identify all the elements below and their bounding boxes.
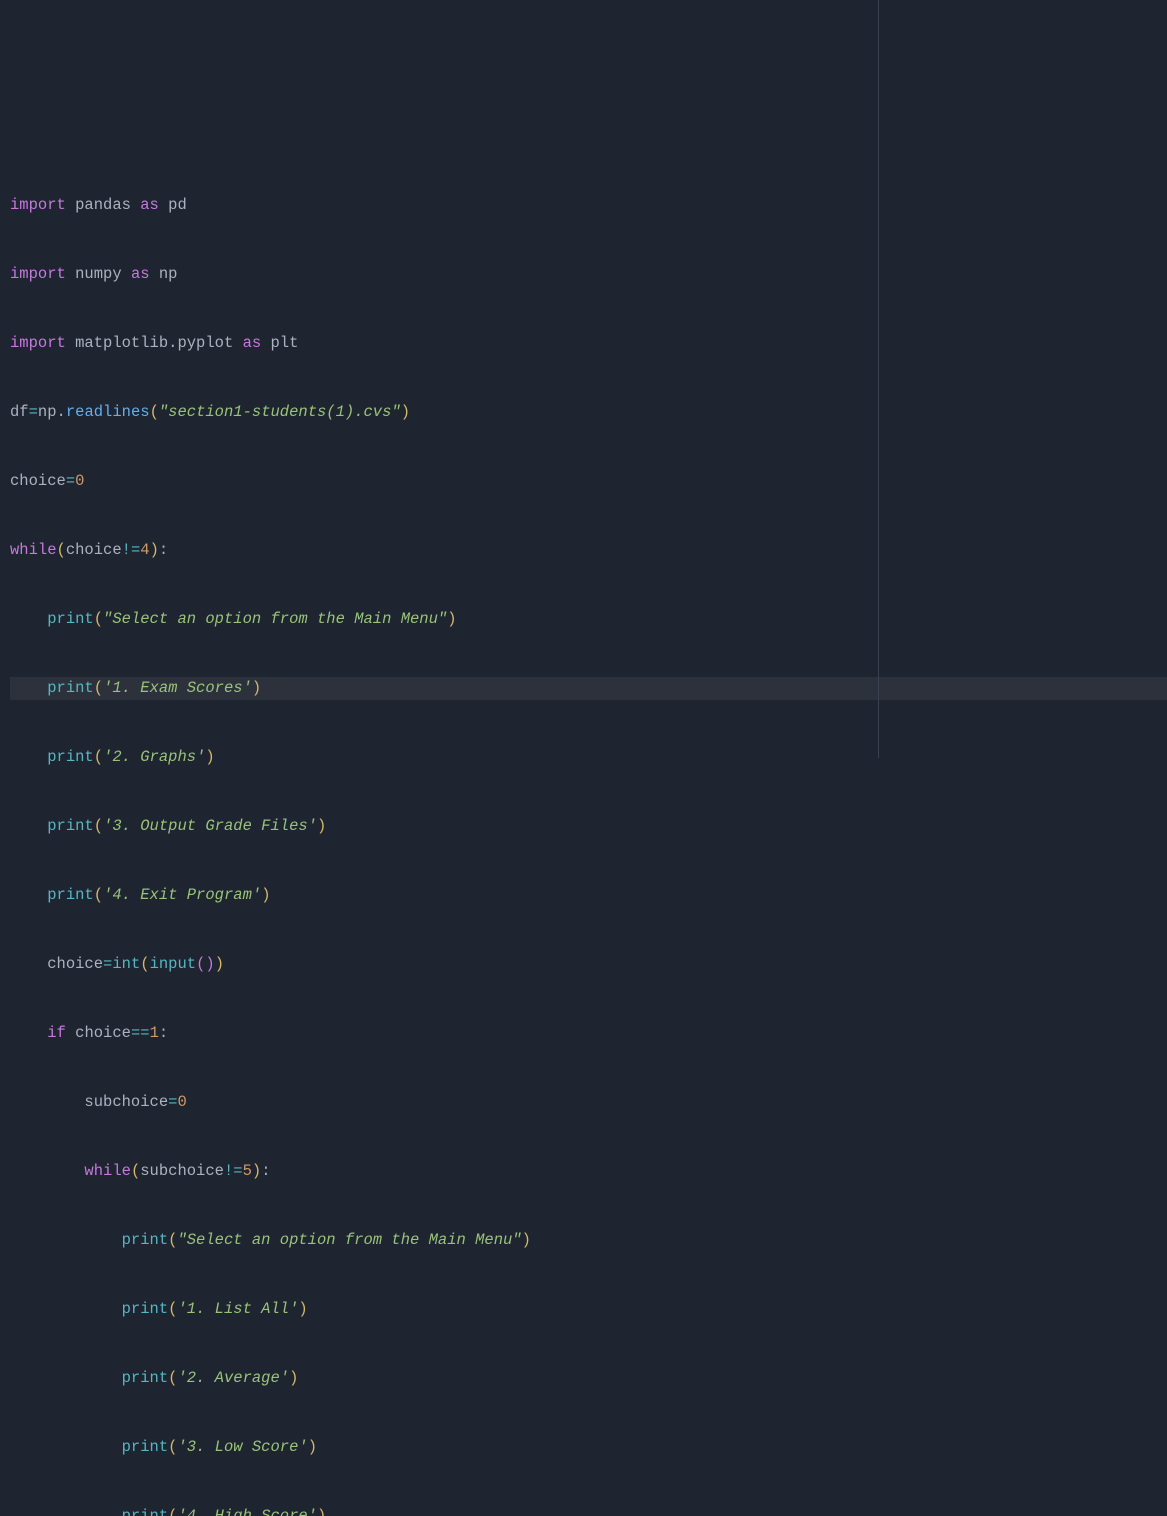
- keyword: as: [131, 265, 150, 283]
- string-literal: '1. List All': [177, 1300, 298, 1318]
- builtin: print: [122, 1369, 169, 1387]
- variable: subchoice: [140, 1162, 224, 1180]
- builtin: print: [47, 817, 94, 835]
- variable: df: [10, 403, 29, 421]
- string-literal: "section1-students(1).cvs": [159, 403, 401, 421]
- builtin: print: [122, 1438, 169, 1456]
- string-literal: "Select an option from the Main Menu": [177, 1231, 521, 1249]
- operator: !=: [122, 541, 141, 559]
- variable: choice: [10, 472, 66, 490]
- variable: choice: [47, 955, 103, 973]
- code-line[interactable]: print('2. Average'): [10, 1367, 1167, 1390]
- string-literal: '3. Output Grade Files': [103, 817, 317, 835]
- code-line[interactable]: print('1. List All'): [10, 1298, 1167, 1321]
- number: 1: [150, 1024, 159, 1042]
- keyword: if: [47, 1024, 66, 1042]
- code-line[interactable]: import matplotlib.pyplot as plt: [10, 332, 1167, 355]
- string-literal: '1. Exam Scores': [103, 679, 252, 697]
- code-line[interactable]: print('4. High Score'): [10, 1505, 1167, 1516]
- code-line[interactable]: import numpy as np: [10, 263, 1167, 286]
- builtin: print: [47, 679, 94, 697]
- number: 0: [177, 1093, 186, 1111]
- code-line[interactable]: df=np.readlines("section1-students(1).cv…: [10, 401, 1167, 424]
- code-line[interactable]: import pandas as pd: [10, 194, 1167, 217]
- string-literal: '4. High Score': [177, 1507, 317, 1516]
- operator: =: [29, 403, 38, 421]
- code-editor[interactable]: import pandas as pd import numpy as np i…: [0, 138, 1167, 1516]
- alias: np: [159, 265, 178, 283]
- builtin: print: [47, 886, 94, 904]
- keyword: import: [10, 334, 66, 352]
- code-line[interactable]: if choice==1:: [10, 1022, 1167, 1045]
- operator: =: [103, 955, 112, 973]
- builtin: print: [122, 1507, 169, 1516]
- function-call: readlines: [66, 403, 150, 421]
- keyword: while: [84, 1162, 131, 1180]
- code-line[interactable]: print('4. Exit Program'): [10, 884, 1167, 907]
- alias: pd: [168, 196, 187, 214]
- module: matplotlib: [75, 334, 168, 352]
- number: 0: [75, 472, 84, 490]
- code-line-highlighted[interactable]: print('1. Exam Scores'): [10, 677, 1167, 700]
- keyword: import: [10, 196, 66, 214]
- operator: =: [168, 1093, 177, 1111]
- builtin: print: [47, 748, 94, 766]
- code-line[interactable]: print('3. Output Grade Files'): [10, 815, 1167, 838]
- keyword: as: [243, 334, 262, 352]
- builtin: print: [122, 1300, 169, 1318]
- operator: !=: [224, 1162, 243, 1180]
- variable: np: [38, 403, 57, 421]
- number: 5: [243, 1162, 252, 1180]
- string-literal: '2. Average': [177, 1369, 289, 1387]
- variable: choice: [75, 1024, 131, 1042]
- module: pandas: [75, 196, 131, 214]
- module: numpy: [75, 265, 122, 283]
- builtin: int: [112, 955, 140, 973]
- builtin: print: [122, 1231, 169, 1249]
- submodule: pyplot: [177, 334, 233, 352]
- variable: subchoice: [84, 1093, 168, 1111]
- code-line[interactable]: subchoice=0: [10, 1091, 1167, 1114]
- builtin: print: [47, 610, 94, 628]
- operator: =: [66, 472, 75, 490]
- alias: plt: [271, 334, 299, 352]
- code-line[interactable]: choice=0: [10, 470, 1167, 493]
- keyword: while: [10, 541, 57, 559]
- code-line[interactable]: choice=int(input()): [10, 953, 1167, 976]
- keyword: as: [140, 196, 159, 214]
- code-line[interactable]: print("Select an option from the Main Me…: [10, 608, 1167, 631]
- operator: ==: [131, 1024, 150, 1042]
- string-literal: '4. Exit Program': [103, 886, 261, 904]
- code-line[interactable]: print("Select an option from the Main Me…: [10, 1229, 1167, 1252]
- string-literal: '3. Low Score': [177, 1438, 307, 1456]
- ruler-line: [878, 0, 879, 758]
- code-line[interactable]: while(choice!=4):: [10, 539, 1167, 562]
- code-line[interactable]: while(subchoice!=5):: [10, 1160, 1167, 1183]
- string-literal: "Select an option from the Main Menu": [103, 610, 447, 628]
- keyword: import: [10, 265, 66, 283]
- string-literal: '2. Graphs': [103, 748, 205, 766]
- code-line[interactable]: print('3. Low Score'): [10, 1436, 1167, 1459]
- number: 4: [140, 541, 149, 559]
- builtin: input: [150, 955, 197, 973]
- variable: choice: [66, 541, 122, 559]
